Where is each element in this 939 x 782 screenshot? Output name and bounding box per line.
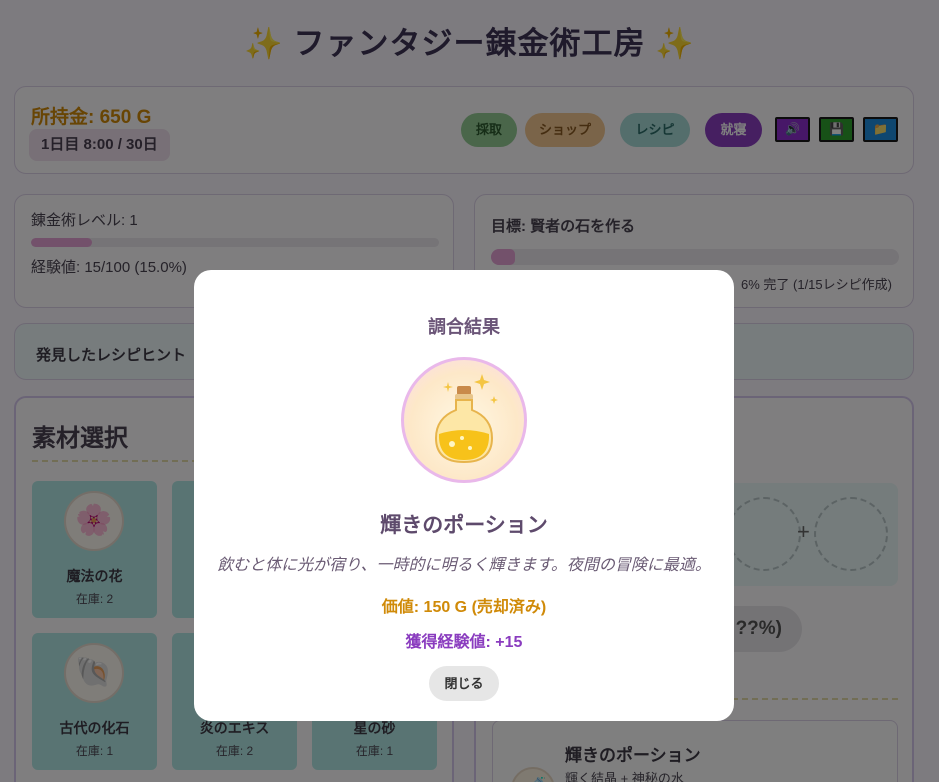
potion-name: 輝きのポーション [380, 514, 548, 537]
exp-gained: 獲得経験値: +15 [405, 634, 523, 651]
potion-bottle-icon [434, 374, 498, 464]
modal-title: 調合結果 [428, 317, 500, 337]
potion-image [401, 357, 527, 483]
potion-description: 飲むと体に光が宿り、一時的に明るく輝きます。夜間の冒険に最適。 [217, 557, 711, 574]
potion-value: 価値: 150 G (売却済み) [381, 599, 547, 616]
result-modal: 調合結果 輝きのポーション 飲むと体に光が宿り、一時的に明るく輝きます。夜間の冒… [194, 270, 734, 721]
close-button[interactable]: 閉じる [429, 666, 499, 701]
